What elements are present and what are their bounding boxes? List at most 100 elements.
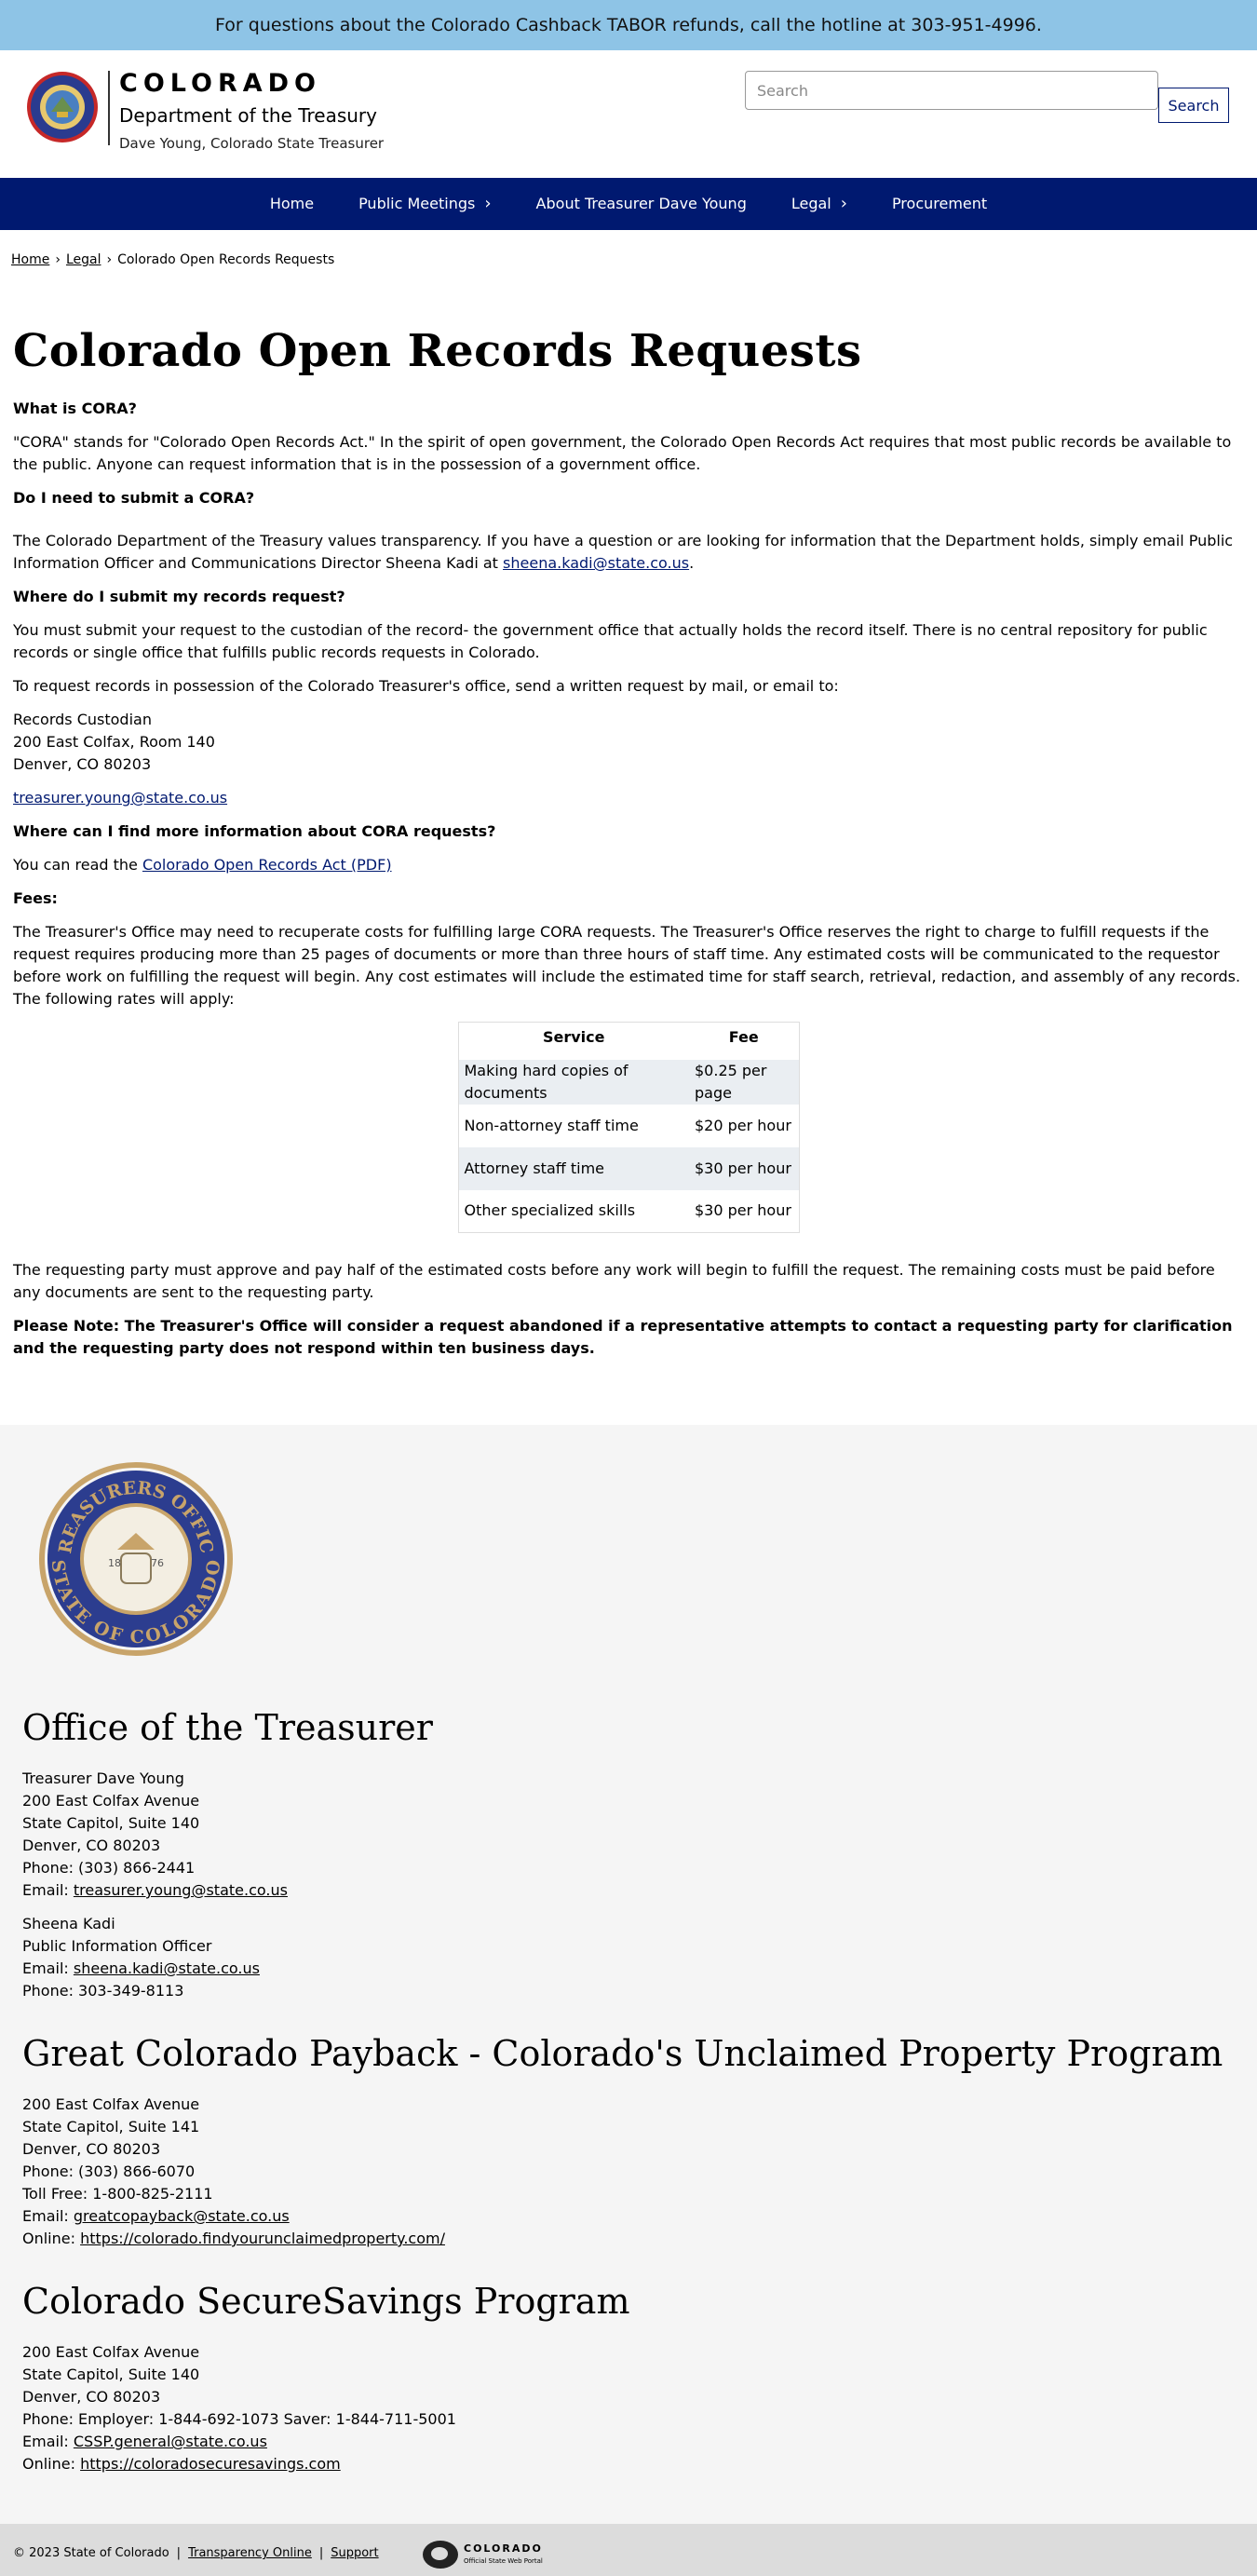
brand-divider	[108, 71, 110, 145]
table-row: Non-attorney staff time $20 per hour	[458, 1105, 799, 1147]
table-cell-service: Attorney staff time	[458, 1146, 689, 1190]
breadcrumb: Home › Legal › Colorado Open Records Request…	[0, 230, 1257, 323]
email-label: Email:	[22, 2433, 74, 2450]
colorado-c-logo-icon	[423, 2541, 458, 2569]
table-cell-service: Other specialized skills	[464, 1201, 636, 1220]
brand-colorado[interactable]: COLORADO	[119, 67, 321, 101]
nav-label: Procurement	[891, 195, 988, 212]
contact-line: 200 East Colfax Avenue	[22, 2095, 200, 2113]
contact-line: Public Information Officer	[22, 1937, 212, 1955]
chevron-right-icon: ›	[484, 194, 492, 213]
table-header-row: Service Fee	[458, 1023, 799, 1060]
fee-table: Service Fee Making hard copies of docume…	[457, 1022, 800, 1233]
payback-email-link[interactable]: greatcopayback@state.co.us	[74, 2207, 290, 2225]
securesavings-contact: 200 East Colfax Avenue State Capitol, Su…	[22, 2341, 1235, 2475]
paragraph-text: You can read the	[13, 856, 142, 874]
payback-contact: 200 East Colfax Avenue State Capitol, Su…	[22, 2094, 1235, 2250]
contact-line: State Capitol, Suite 140	[22, 1814, 200, 1832]
nav-label: About Treasurer Dave Young	[535, 195, 747, 212]
address-line: 200 East Colfax, Room 140	[13, 733, 215, 751]
site-header: COLORADO Department of the Treasury Dave…	[0, 50, 1257, 178]
colorado-portal-logo[interactable]: COLORADO Official State Web Portal	[423, 2541, 543, 2569]
table-row: Other specialized skills $30 per hour	[458, 1190, 799, 1233]
securesavings-email-link[interactable]: CSSP.general@state.co.us	[74, 2433, 267, 2450]
paragraph-custodian: You must submit your request to the cust…	[13, 621, 1208, 661]
paragraph-end: .	[689, 554, 695, 572]
paragraph-please-note: Please Note: The Treasurer's Office will…	[13, 1317, 1233, 1357]
email-label: Email:	[22, 1959, 74, 1977]
footer-title-securesavings: Colorado SecureSavings Program	[22, 2281, 630, 2322]
online-label: Online:	[22, 2230, 81, 2247]
nav-item-legal[interactable]: Legal ›	[769, 193, 870, 215]
page-title: Colorado Open Records Requests	[13, 325, 862, 377]
securesavings-online-link[interactable]: https://coloradosecuresavings.com	[80, 2455, 341, 2473]
main-content: Colorado Open Records Requests What is C…	[0, 323, 1257, 1360]
question-what-is-cora: What is CORA?	[13, 400, 137, 417]
payback-online-link[interactable]: https://colorado.findyourunclaimedproper…	[80, 2230, 445, 2247]
question-where-submit: Where do I submit my records request?	[13, 588, 345, 605]
logo-title: COLORADO	[464, 2542, 543, 2555]
brand-treasurer: Dave Young, Colorado State Treasurer	[119, 135, 385, 152]
seal-year-right: 76	[151, 1557, 164, 1569]
contact-line: Denver, CO 80203	[22, 2140, 161, 2158]
seal-year-left: 18	[108, 1557, 121, 1569]
office-email-link[interactable]: treasurer.young@state.co.us	[74, 1881, 288, 1899]
breadcrumb-separator: ›	[106, 252, 113, 267]
treasurers-office-seal-icon: 18 76 TREASURERS OFFICE STATE OF COLORAD…	[37, 1460, 233, 1656]
email-link-sheena[interactable]: sheena.kadi@state.co.us	[503, 554, 689, 572]
question-need-to-submit: Do I need to submit a CORA?	[13, 489, 255, 507]
column-header-fee: Fee	[728, 1028, 759, 1046]
table-cell-fee: $0.25 per page	[689, 1059, 799, 1105]
site-footer: 18 76 TREASURERS OFFICE STATE OF COLORAD…	[0, 1425, 1257, 2524]
search-button[interactable]: Search	[1158, 88, 1229, 123]
custodian-email-row: treasurer.young@state.co.us	[13, 787, 1244, 809]
breadcrumb-legal[interactable]: Legal	[66, 252, 101, 267]
contact-line: Phone: (303) 866-2441	[22, 1859, 196, 1877]
bottom-bar: © 2023 State of Colorado | Transparency On…	[0, 2524, 1257, 2576]
nav-item-home[interactable]: Home	[248, 193, 336, 215]
nav-item-public-meetings[interactable]: Public Meetings ›	[336, 193, 513, 215]
heading-fees: Fees:	[13, 889, 58, 907]
search-input[interactable]	[745, 71, 1158, 110]
main-nav: Home Public Meetings › About Treasurer Da…	[0, 178, 1257, 230]
nav-label: Home	[269, 195, 315, 212]
online-label: Online:	[22, 2455, 81, 2473]
banner-text: For questions about the Colorado Cashbac…	[215, 15, 1042, 35]
table-cell-fee: $30 per hour	[695, 1201, 791, 1220]
table-row: Making hard copies of documents $0.25 pe…	[458, 1059, 799, 1105]
contact-line: Denver, CO 80203	[22, 1837, 161, 1854]
table-cell-fee: $30 per hour	[689, 1146, 799, 1190]
colorado-seal-icon[interactable]	[26, 71, 99, 143]
contact-line: Toll Free: 1-800-825-2111	[22, 2185, 213, 2203]
breadcrumb-separator: ›	[55, 252, 61, 267]
breadcrumb-home[interactable]: Home	[11, 252, 49, 267]
address-line: Denver, CO 80203	[13, 755, 152, 773]
address-line: Records Custodian	[13, 711, 152, 728]
nav-item-procurement[interactable]: Procurement	[870, 193, 1009, 215]
cora-pdf-link[interactable]: Colorado Open Records Act (PDF)	[142, 856, 392, 874]
paragraph-read-act: You can read the Colorado Open Records A…	[13, 854, 1244, 876]
custodian-address: Records Custodian 200 East Colfax, Room …	[13, 709, 1244, 776]
column-header-service: Service	[542, 1028, 605, 1046]
contact-line: Treasurer Dave Young	[22, 1769, 184, 1787]
chevron-right-icon: ›	[840, 194, 847, 213]
nav-item-about-treasurer[interactable]: About Treasurer Dave Young	[514, 193, 769, 215]
contact-line: Sheena Kadi	[22, 1915, 115, 1932]
email-link-treasurer[interactable]: treasurer.young@state.co.us	[13, 789, 227, 807]
pio-email-link[interactable]: sheena.kadi@state.co.us	[74, 1959, 260, 1977]
email-label: Email:	[22, 1881, 74, 1899]
nav-label: Public Meetings	[358, 195, 476, 212]
email-label: Email:	[22, 2207, 74, 2225]
contact-line: Phone: (303) 866-6070	[22, 2162, 196, 2180]
table-cell-service: Non-attorney staff time	[464, 1116, 639, 1134]
contact-line: State Capitol, Suite 141	[22, 2118, 200, 2135]
paragraph-cora-definition: "CORA" stands for "Colorado Open Records…	[13, 433, 1232, 473]
contact-line: Phone: Employer: 1-844-692-1073 Saver: 1…	[22, 2410, 456, 2428]
contact-line: 200 East Colfax Avenue	[22, 1792, 200, 1810]
brand-department[interactable]: Department of the Treasury	[119, 102, 377, 129]
contact-line: Denver, CO 80203	[22, 2388, 161, 2406]
question-more-info: Where can I find more information about …	[13, 822, 496, 840]
contact-line: Phone: 303-349-8113	[22, 1982, 184, 2000]
table-cell-fee: $20 per hour	[695, 1116, 791, 1134]
paragraph-request-records: To request records in possession of the …	[13, 677, 839, 695]
